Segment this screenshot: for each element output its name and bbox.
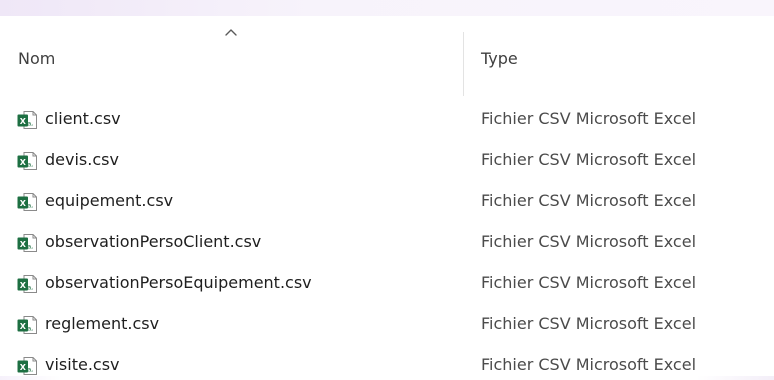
- svg-text:X: X: [20, 117, 27, 126]
- column-header-name-label: Nom: [18, 49, 56, 68]
- svg-text:X: X: [20, 322, 27, 331]
- svg-text:a,: a,: [27, 161, 33, 169]
- excel-csv-file-icon: a, X: [17, 357, 37, 375]
- svg-text:X: X: [20, 281, 27, 290]
- svg-text:a,: a,: [27, 243, 33, 251]
- excel-csv-file-icon: a, X: [17, 234, 37, 252]
- file-type: Fichier CSV Microsoft Excel: [481, 191, 697, 210]
- excel-csv-file-icon: a, X: [17, 152, 37, 170]
- file-row[interactable]: a, X devis.csv Fichier CSV Microsoft Exc…: [0, 141, 774, 175]
- svg-text:a,: a,: [27, 325, 33, 333]
- file-type: Fichier CSV Microsoft Excel: [481, 109, 697, 128]
- file-row[interactable]: a, X visite.csv Fichier CSV Microsoft Ex…: [0, 346, 774, 380]
- column-header-name[interactable]: Nom: [0, 16, 463, 86]
- svg-text:a,: a,: [27, 202, 33, 210]
- file-type: Fichier CSV Microsoft Excel: [481, 232, 697, 251]
- excel-csv-file-icon: a, X: [17, 193, 37, 211]
- excel-csv-file-icon: a, X: [17, 275, 37, 293]
- file-name: observationPersoClient.csv: [45, 232, 262, 251]
- chevron-up-icon: [225, 29, 237, 36]
- excel-csv-file-icon: a, X: [17, 316, 37, 334]
- svg-text:a,: a,: [27, 366, 33, 374]
- file-row[interactable]: a, X client.csv Fichier CSV Microsoft Ex…: [0, 100, 774, 134]
- file-type: Fichier CSV Microsoft Excel: [481, 314, 697, 333]
- excel-csv-file-icon: a, X: [17, 111, 37, 129]
- file-type: Fichier CSV Microsoft Excel: [481, 355, 697, 374]
- column-header-type-label: Type: [481, 49, 518, 68]
- file-type: Fichier CSV Microsoft Excel: [481, 150, 697, 169]
- svg-text:a,: a,: [27, 284, 33, 292]
- file-row[interactable]: a, X reglement.csv Fichier CSV Microsoft…: [0, 305, 774, 339]
- svg-text:X: X: [20, 240, 27, 249]
- column-header-type[interactable]: Type: [464, 16, 774, 86]
- file-name: observationPersoEquipement.csv: [45, 273, 312, 292]
- file-type: Fichier CSV Microsoft Excel: [481, 273, 697, 292]
- file-name: client.csv: [45, 109, 121, 128]
- window-top-strip: [0, 0, 774, 16]
- svg-text:X: X: [20, 363, 27, 372]
- file-name: visite.csv: [45, 355, 120, 374]
- column-header-row: Nom Type: [0, 16, 774, 96]
- file-name: equipement.csv: [45, 191, 174, 210]
- file-row[interactable]: a, X observationPersoClient.csv Fichier …: [0, 223, 774, 257]
- svg-text:a,: a,: [27, 120, 33, 128]
- svg-text:X: X: [20, 199, 27, 208]
- svg-text:X: X: [20, 158, 27, 167]
- file-row[interactable]: a, X observationPersoEquipement.csv Fich…: [0, 264, 774, 298]
- file-name: reglement.csv: [45, 314, 160, 333]
- file-row[interactable]: a, X equipement.csv Fichier CSV Microsof…: [0, 182, 774, 216]
- file-name: devis.csv: [45, 150, 119, 169]
